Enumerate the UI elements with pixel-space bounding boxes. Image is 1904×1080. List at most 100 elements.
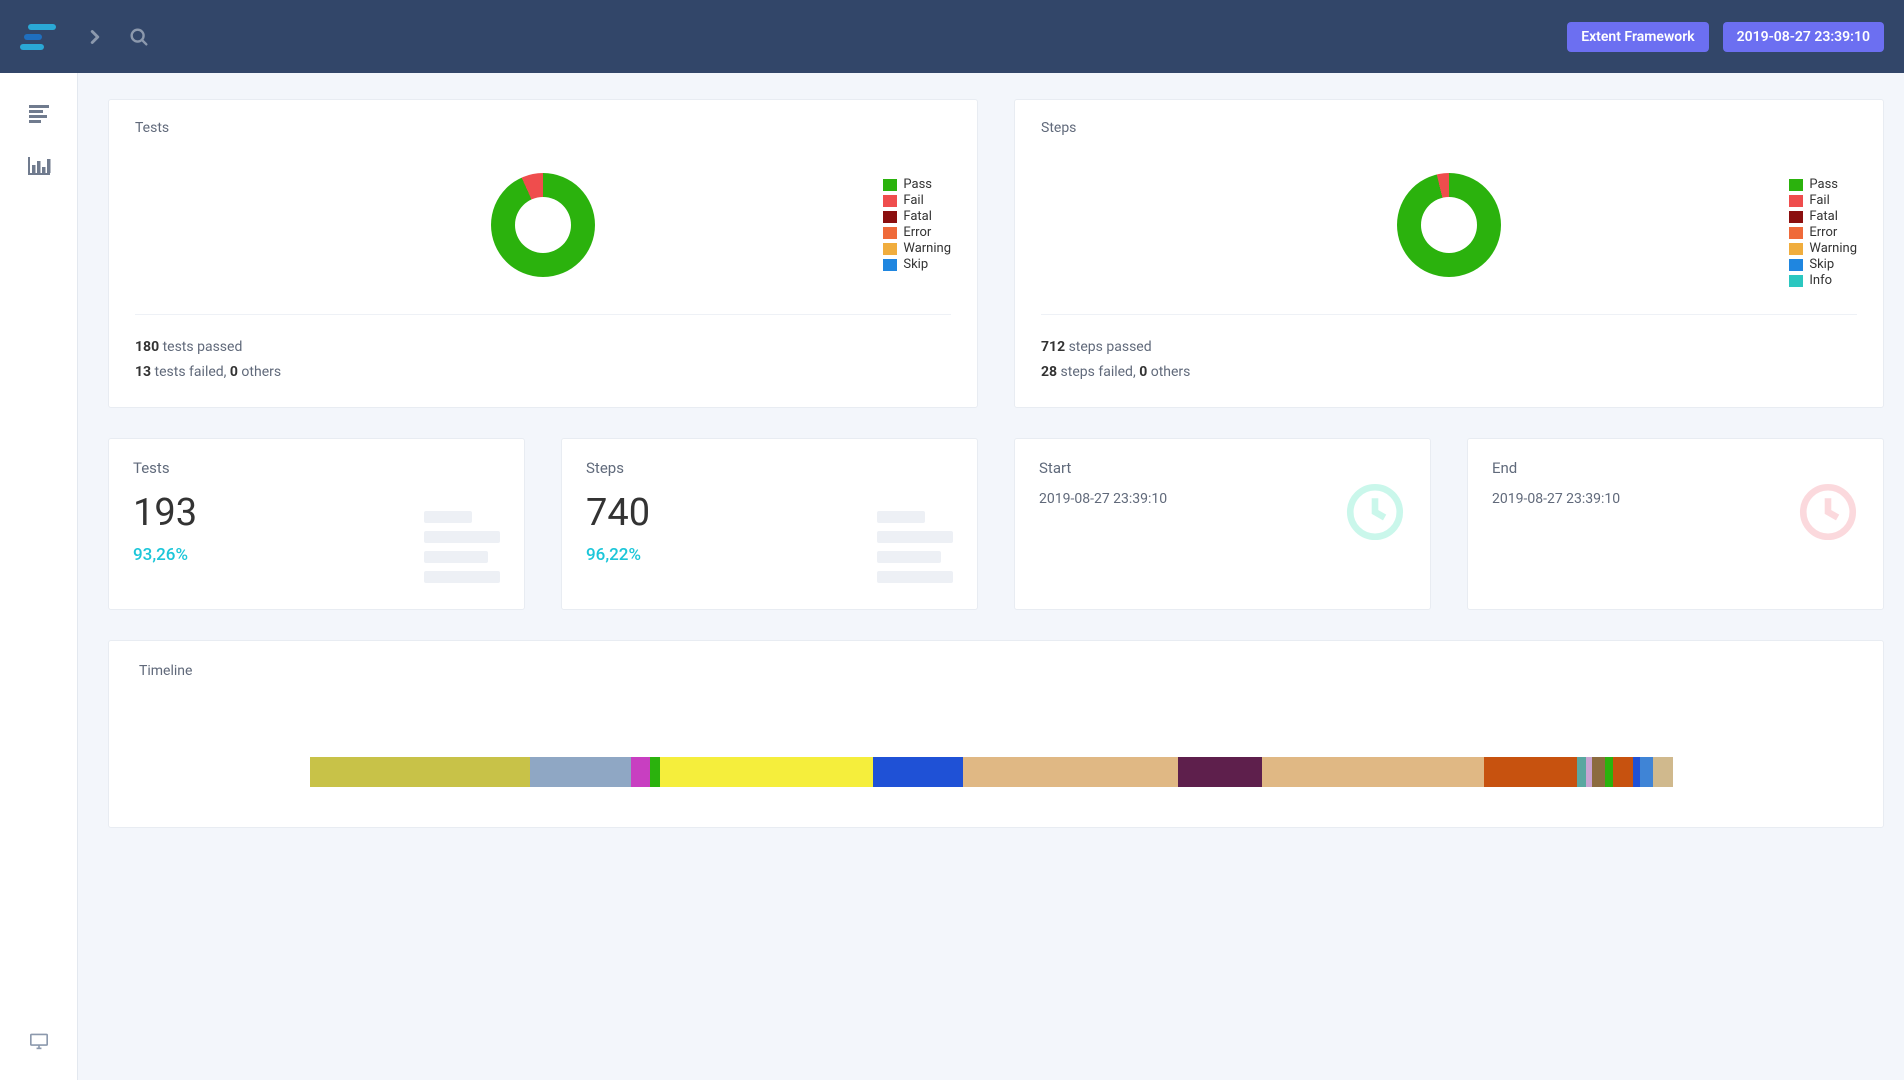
steps-donut-body: PassFailFatalErrorWarningSkipInfo <box>1041 150 1857 300</box>
tests-stat-title: Tests <box>133 459 500 477</box>
clock-icon <box>1342 479 1408 549</box>
legend-swatch <box>1789 259 1803 271</box>
timeline-segment[interactable] <box>1633 757 1640 787</box>
legend-swatch <box>883 259 897 271</box>
legend-item: Error <box>883 225 951 240</box>
tests-donut-card: Tests PassFailFatalErrorWarningSkip 180 … <box>108 99 978 408</box>
legend-item: Fail <box>1789 193 1857 208</box>
legend-label: Error <box>1809 225 1837 240</box>
tests-donut-chart <box>491 173 595 277</box>
legend-swatch <box>883 211 897 223</box>
timeline-segment[interactable] <box>1262 757 1484 787</box>
legend-label: Info <box>1809 273 1832 288</box>
logo-line <box>20 44 44 50</box>
layout: Tests PassFailFatalErrorWarningSkip 180 … <box>0 73 1904 1080</box>
logo-line <box>28 24 56 30</box>
legend-label: Skip <box>903 257 928 272</box>
tests-legend: PassFailFatalErrorWarningSkip <box>883 177 951 273</box>
legend-label: Skip <box>1809 257 1834 272</box>
timeline-segment[interactable] <box>1178 757 1262 787</box>
tests-failed-line: 13 tests failed, 0 others <box>135 360 951 385</box>
steps-stat-title: Steps <box>586 459 953 477</box>
legend-label: Fatal <box>1809 209 1838 224</box>
end-stat-title: End <box>1492 459 1859 477</box>
placeholder-lines <box>877 511 953 583</box>
steps-stat-card: Steps 740 96,22% <box>561 438 978 610</box>
start-stat-title: Start <box>1039 459 1406 477</box>
legend-swatch <box>1789 243 1803 255</box>
legend-label: Error <box>903 225 931 240</box>
legend-swatch <box>883 227 897 239</box>
legend-item: Fail <box>883 193 951 208</box>
timeline-segment[interactable] <box>1613 757 1634 787</box>
framework-badge[interactable]: Extent Framework <box>1567 22 1708 52</box>
timeline-segment[interactable] <box>1586 757 1593 787</box>
timeline-segment[interactable] <box>963 757 1178 787</box>
legend-item: Pass <box>883 177 951 192</box>
timeline-segment[interactable] <box>631 757 650 787</box>
topbar: Extent Framework 2019-08-27 23:39:10 <box>0 0 1904 73</box>
timeline-segment[interactable] <box>650 757 660 787</box>
clock-icon <box>1795 479 1861 549</box>
timeline-chart <box>310 757 1681 787</box>
legend-swatch <box>883 195 897 207</box>
timestamp-badge[interactable]: 2019-08-27 23:39:10 <box>1723 22 1884 52</box>
tests-donut-body: PassFailFatalErrorWarningSkip <box>135 150 951 300</box>
legend-label: Fail <box>1809 193 1829 208</box>
timeline-segment[interactable] <box>1653 757 1674 787</box>
timeline-card: Timeline <box>108 640 1884 828</box>
legend-item: Pass <box>1789 177 1857 192</box>
legend-item: Skip <box>883 257 951 272</box>
steps-summary: 712 steps passed 28 steps failed, 0 othe… <box>1041 314 1857 385</box>
timeline-segment[interactable] <box>1577 757 1585 787</box>
timeline-title: Timeline <box>139 663 1853 679</box>
timeline-segment[interactable] <box>660 757 873 787</box>
tests-summary: 180 tests passed 13 tests failed, 0 othe… <box>135 314 951 385</box>
steps-failed-line: 28 steps failed, 0 others <box>1041 360 1857 385</box>
legend-swatch <box>1789 195 1803 207</box>
bar-chart-icon[interactable] <box>27 155 51 181</box>
timeline-segment[interactable] <box>873 757 963 787</box>
timeline-segment[interactable] <box>310 757 529 787</box>
legend-swatch <box>883 179 897 191</box>
tests-passed-line: 180 tests passed <box>135 335 951 360</box>
legend-label: Fail <box>903 193 923 208</box>
legend-item: Error <box>1789 225 1857 240</box>
steps-donut-title: Steps <box>1041 120 1857 136</box>
steps-donut-card: Steps PassFailFatalErrorWarningSkipInfo … <box>1014 99 1884 408</box>
steps-legend: PassFailFatalErrorWarningSkipInfo <box>1789 177 1857 289</box>
timeline-segment[interactable] <box>1640 757 1652 787</box>
placeholder-lines <box>424 511 500 583</box>
steps-donut-chart <box>1397 173 1501 277</box>
sidebar <box>0 73 78 1080</box>
content: Tests PassFailFatalErrorWarningSkip 180 … <box>78 73 1904 1080</box>
legend-item: Warning <box>1789 241 1857 256</box>
legend-label: Pass <box>903 177 932 192</box>
tests-donut-title: Tests <box>135 120 951 136</box>
legend-swatch <box>1789 275 1803 287</box>
timeline-segment[interactable] <box>530 757 631 787</box>
legend-item: Fatal <box>1789 209 1857 224</box>
tests-stat-card: Tests 193 93,26% <box>108 438 525 610</box>
legend-item: Skip <box>1789 257 1857 272</box>
logo[interactable] <box>20 24 56 50</box>
legend-swatch <box>1789 227 1803 239</box>
legend-item: Info <box>1789 273 1857 288</box>
legend-item: Warning <box>883 241 951 256</box>
legend-label: Warning <box>1809 241 1857 256</box>
steps-passed-line: 712 steps passed <box>1041 335 1857 360</box>
start-stat-card: Start 2019-08-27 23:39:10 <box>1014 438 1431 610</box>
chevron-right-icon[interactable] <box>84 26 106 48</box>
timeline-segment[interactable] <box>1484 757 1577 787</box>
logo-line <box>24 34 42 40</box>
end-stat-card: End 2019-08-27 23:39:10 <box>1467 438 1884 610</box>
donut-row: Tests PassFailFatalErrorWarningSkip 180 … <box>108 99 1884 408</box>
timeline-segment[interactable] <box>1592 757 1604 787</box>
stats-row: Tests 193 93,26% Steps 740 96,22% Start … <box>108 438 1884 610</box>
timeline-segment[interactable] <box>1605 757 1613 787</box>
list-left-icon[interactable] <box>27 103 51 129</box>
search-icon[interactable] <box>128 26 150 48</box>
monitor-icon[interactable] <box>29 1032 49 1054</box>
legend-label: Fatal <box>903 209 932 224</box>
legend-label: Warning <box>903 241 951 256</box>
